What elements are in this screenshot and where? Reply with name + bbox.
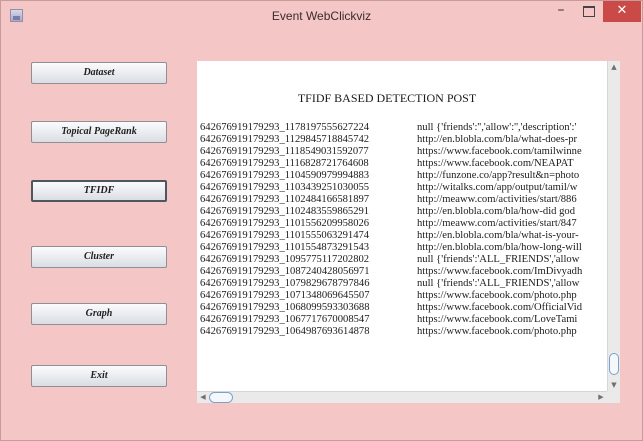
list-item: 642676919179293_1101556209958026 http://m… — [200, 218, 610, 230]
post-value: https://www.facebook.com/NEAPAT — [417, 158, 574, 169]
post-value: null {'friends':'ALL_FRIENDS','allow — [417, 278, 580, 289]
list-item: 642676919179293_1102484166581897 http://m… — [200, 194, 610, 206]
post-id: 642676919179293_1116828721764608 — [200, 158, 369, 169]
post-id: 642676919179293_1178197555627224 — [200, 122, 370, 133]
post-id: 642676919179293_1101555063291474 — [200, 230, 370, 241]
horizontal-scroll-thumb[interactable] — [209, 392, 233, 403]
graph-button[interactable]: Graph — [31, 303, 167, 325]
vertical-scrollbar[interactable]: ▲ ▼ — [607, 61, 620, 391]
post-value: https://www.facebook.com/ImDivyadh — [417, 266, 583, 277]
post-value: https://www.facebook.com/LoveTami — [417, 314, 578, 325]
vertical-scroll-thumb[interactable] — [609, 353, 619, 375]
post-value: https://www.facebook.com/photo.php — [417, 290, 577, 301]
results-panel: TFIDF BASED DETECTION POST 6426769191792… — [197, 61, 613, 402]
post-value: http://en.blobla.com/bla/how-did god — [417, 206, 576, 217]
exit-button[interactable]: Exit — [31, 365, 167, 387]
list-item: 642676919179293_1071348069645507 https://… — [200, 290, 610, 302]
post-id: 642676919179293_1071348069645507 — [200, 290, 370, 301]
post-value: http://en.blobla.com/bla/what-is-your- — [417, 230, 579, 241]
title-bar[interactable]: Event WebClickviz – ✕ — [1, 1, 642, 31]
maximize-icon — [583, 6, 595, 17]
post-value: http://meaww.com/activities/start/847 — [417, 218, 577, 229]
post-id: 642676919179293_1103439251030055 — [200, 182, 370, 193]
list-item: 642676919179293_1103439251030055 http://w… — [200, 182, 610, 194]
post-value: http://witalks.com/app/output/tamil/w — [417, 182, 578, 193]
list-item: 642676919179293_1102483559865291 http://e… — [200, 206, 610, 218]
post-id: 642676919179293_1095775117202802 — [200, 254, 370, 265]
list-item: 642676919179293_1079829678797846 null {'f… — [200, 278, 610, 290]
post-id: 642676919179293_1064987693614878 — [200, 326, 370, 337]
post-id: 642676919179293_1068099593303688 — [200, 302, 370, 313]
post-value: http://en.blobla.com/bla/how-long-will — [417, 242, 582, 253]
dataset-button[interactable]: Dataset — [31, 62, 167, 84]
cluster-button[interactable]: Cluster — [31, 246, 167, 268]
post-id: 642676919179293_1102484166581897 — [200, 194, 370, 205]
results-list: 642676919179293_1178197555627224null {'f… — [200, 122, 610, 392]
post-value: https://www.facebook.com/tamilwinne — [417, 146, 582, 157]
list-item: 642676919179293_1101555063291474 http://e… — [200, 230, 610, 242]
list-item: 642676919179293_1101554873291543 http://e… — [200, 242, 610, 254]
panel-title: TFIDF BASED DETECTION POST — [297, 91, 477, 105]
post-id: 642676919179293_1104590979994883 — [200, 170, 370, 181]
scroll-down-icon[interactable]: ▼ — [608, 379, 620, 391]
post-value: https://www.facebook.com/OfficialVid — [417, 302, 582, 313]
post-id: 642676919179293_1079829678797846 — [200, 278, 370, 289]
post-value: null {'friends':'ALL_FRIENDS','allow — [417, 254, 580, 265]
app-window: Event WebClickviz – ✕ Dataset Topical Pa… — [0, 0, 643, 441]
window-title: Event WebClickviz — [271, 9, 372, 23]
post-id: 642676919179293_1102483559865291 — [200, 206, 370, 217]
list-item: 642676919179293_1104590979994883 http://f… — [200, 170, 610, 182]
post-id: 642676919179293_1118549031592077 — [200, 146, 369, 157]
minimize-button[interactable]: – — [547, 1, 575, 22]
list-item: 642676919179293_1095775117202802 null {'f… — [200, 254, 610, 266]
scroll-corner — [607, 391, 620, 403]
close-button[interactable]: ✕ — [603, 1, 641, 22]
topical-pagerank-button[interactable]: Topical PageRank — [31, 121, 167, 143]
scroll-up-icon[interactable]: ▲ — [608, 61, 620, 73]
list-item: 642676919179293_1087240428056971 https://… — [200, 266, 610, 278]
list-item: 642676919179293_1067717670008547 https://… — [200, 314, 610, 326]
scroll-left-icon[interactable]: ◀ — [197, 392, 209, 403]
horizontal-scrollbar[interactable]: ◀ ▶ — [197, 391, 607, 403]
post-id: 642676919179293_1101556209958026 — [200, 218, 370, 229]
list-item: 642676919179293_1178197555627224 null {'f… — [200, 122, 610, 134]
maximize-button[interactable] — [575, 1, 603, 22]
post-value: https://www.facebook.com/photo.php — [417, 326, 577, 337]
scroll-right-icon[interactable]: ▶ — [595, 392, 607, 403]
post-id: 642676919179293_1087240428056971 — [200, 266, 370, 277]
list-item: 642676919179293_1116828721764608 https://… — [200, 158, 610, 170]
post-value: http://en.blobla.com/bla/what-does-pr — [417, 134, 578, 145]
list-item: 642676919179293_1064987693614878 https://… — [200, 326, 610, 338]
post-value: http://meaww.com/activities/start/886 — [417, 194, 577, 205]
post-value: http://funzone.co/app?result&n=photo — [417, 170, 580, 181]
tfidf-button[interactable]: TFIDF — [31, 180, 167, 202]
list-item: 642676919179293_1129845718845742 http://e… — [200, 134, 610, 146]
post-id: 642676919179293_1129845718845742 — [200, 134, 370, 145]
post-value: null {'friends':'','allow':'','descripti… — [417, 122, 577, 133]
post-id: 642676919179293_1101554873291543 — [200, 242, 370, 253]
post-id: 642676919179293_1067717670008547 — [200, 314, 370, 325]
list-item: 642676919179293_1068099593303688 https://… — [200, 302, 610, 314]
list-item: 642676919179293_1118549031592077 https://… — [200, 146, 610, 158]
